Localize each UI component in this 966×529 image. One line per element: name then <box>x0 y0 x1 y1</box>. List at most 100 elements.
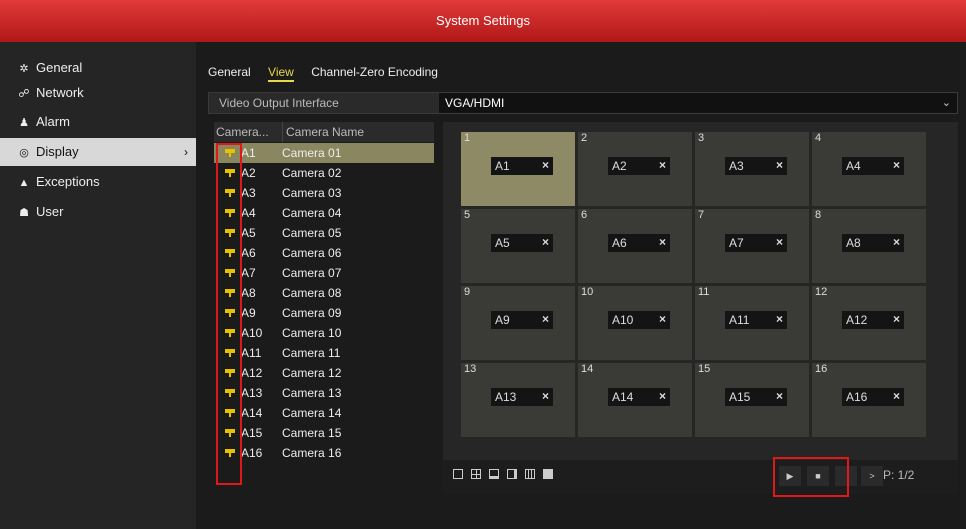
camera-id: A12 <box>241 366 263 380</box>
camera-tag-label: A2 <box>612 159 627 173</box>
users-icon: ☗ <box>19 207 29 219</box>
tab-view[interactable]: View <box>268 65 294 82</box>
grid-cell[interactable]: 4 A4 × <box>812 132 926 206</box>
grid-cell[interactable]: 8 A8 × <box>812 209 926 283</box>
camera-tag-label: A13 <box>495 390 517 404</box>
close-icon[interactable]: × <box>893 312 900 326</box>
layout-2x2-icon[interactable] <box>471 469 481 479</box>
cell-number: 12 <box>815 286 828 298</box>
grid-cell[interactable]: 11 A11 × <box>695 286 809 360</box>
chevron-right-icon: › <box>184 145 188 159</box>
camera-name: Camera 13 <box>282 386 342 400</box>
camera-grid: 1 A1 × 2 A2 × 3 A3 × 4 A4 × 5 A5 × 6 A6 × 7 A7 × 8 A8 × 9 A9 × 10 A1… <box>461 132 926 438</box>
tab-general[interactable]: General <box>208 65 251 79</box>
camera-tag: A14 × <box>608 388 670 406</box>
grid-cell[interactable]: 9 A9 × <box>461 286 575 360</box>
table-row[interactable]: A4 Camera 04 <box>214 203 434 223</box>
close-icon[interactable]: × <box>776 312 783 326</box>
layout-1plus7-icon[interactable] <box>507 469 517 479</box>
table-row[interactable]: A15 Camera 15 <box>214 423 434 443</box>
column-header-camera: Camera... <box>216 125 269 139</box>
close-icon[interactable]: × <box>776 158 783 172</box>
camera-tag: A11 × <box>725 311 787 329</box>
camera-tag: A4 × <box>842 157 904 175</box>
close-icon[interactable]: × <box>659 389 666 403</box>
camera-name: Camera 01 <box>282 146 342 160</box>
table-row[interactable]: A13 Camera 13 <box>214 383 434 403</box>
grid-cell[interactable]: 10 A10 × <box>578 286 692 360</box>
close-icon[interactable]: × <box>542 389 549 403</box>
layout-3x3-icon[interactable] <box>525 469 535 479</box>
grid-cell[interactable]: 2 A2 × <box>578 132 692 206</box>
app-window: System Settings ✲ General ☍ Network ♟ Alarm… <box>0 0 966 529</box>
grid-cell[interactable]: 15 A15 × <box>695 363 809 437</box>
cell-number: 10 <box>581 286 594 298</box>
close-icon[interactable]: × <box>659 312 666 326</box>
camera-id: A5 <box>241 226 256 240</box>
layout-1plus5-icon[interactable] <box>489 469 499 479</box>
grid-cell[interactable]: 6 A6 × <box>578 209 692 283</box>
grid-cell[interactable]: 13 A13 × <box>461 363 575 437</box>
grid-cell[interactable]: 12 A12 × <box>812 286 926 360</box>
close-icon[interactable]: × <box>893 235 900 249</box>
table-row[interactable]: A14 Camera 14 <box>214 403 434 423</box>
camera-tag: A8 × <box>842 234 904 252</box>
camera-name: Camera 16 <box>282 446 342 460</box>
layout-4x4-icon[interactable] <box>543 469 553 479</box>
close-icon[interactable]: × <box>776 389 783 403</box>
camera-name: Camera 11 <box>282 346 341 360</box>
sidebar-item-user[interactable]: ☗ User <box>0 198 196 226</box>
table-row[interactable]: A10 Camera 10 <box>214 323 434 343</box>
sidebar-item-display[interactable]: ◎ Display › <box>0 138 196 166</box>
grid-cell[interactable]: 14 A14 × <box>578 363 692 437</box>
close-icon[interactable]: × <box>542 312 549 326</box>
table-row[interactable]: A12 Camera 12 <box>214 363 434 383</box>
close-icon[interactable]: × <box>776 235 783 249</box>
grid-cell[interactable]: 5 A5 × <box>461 209 575 283</box>
video-output-select[interactable]: VGA/HDMI ⌄ <box>439 93 957 113</box>
tab-channel-zero-encoding[interactable]: Channel-Zero Encoding <box>311 65 438 79</box>
sidebar-item-exceptions[interactable]: ▲ Exceptions <box>0 168 196 196</box>
grid-cell[interactable]: 1 A1 × <box>461 132 575 206</box>
sidebar-item-label: Network <box>36 85 84 100</box>
close-icon[interactable]: × <box>542 158 549 172</box>
camera-id: A1 <box>241 146 256 160</box>
camera-tag-label: A16 <box>846 390 868 404</box>
layout-1x1-icon[interactable] <box>453 469 463 479</box>
grid-cell[interactable]: 7 A7 × <box>695 209 809 283</box>
close-icon[interactable]: × <box>893 158 900 172</box>
table-row[interactable]: A6 Camera 06 <box>214 243 434 263</box>
camera-id: A7 <box>241 266 256 280</box>
close-icon[interactable]: × <box>893 389 900 403</box>
grid-cell[interactable]: 3 A3 × <box>695 132 809 206</box>
sidebar-item-alarm[interactable]: ♟ Alarm <box>0 108 196 136</box>
table-row[interactable]: A5 Camera 05 <box>214 223 434 243</box>
preview-layout-area: 1 A1 × 2 A2 × 3 A3 × 4 A4 × 5 A5 × 6 A6 × 7 A7 × 8 A8 × 9 A9 × 10 A1… <box>443 122 958 494</box>
sidebar-item-network[interactable]: ☍ Network <box>0 79 196 107</box>
camera-name: Camera 02 <box>282 166 342 180</box>
table-row[interactable]: A1 Camera 01 <box>214 143 434 163</box>
close-icon[interactable]: × <box>542 235 549 249</box>
table-row[interactable]: A9 Camera 09 <box>214 303 434 323</box>
grid-cell[interactable]: 16 A16 × <box>812 363 926 437</box>
close-icon[interactable]: × <box>659 158 666 172</box>
table-row[interactable]: A7 Camera 07 <box>214 263 434 283</box>
sidebar-item-general[interactable]: ✲ General <box>0 54 196 82</box>
table-row[interactable]: A11 Camera 11 <box>214 343 434 363</box>
sidebar-item-label: Display <box>36 144 79 159</box>
camera-tag-label: A4 <box>846 159 861 173</box>
next-page-button[interactable]: > <box>861 466 883 486</box>
warning-icon: ▲ <box>18 177 30 189</box>
camera-id: A11 <box>241 346 262 360</box>
table-row[interactable]: A16 Camera 16 <box>214 443 434 463</box>
camera-name: Camera 03 <box>282 186 342 200</box>
table-row[interactable]: A2 Camera 02 <box>214 163 434 183</box>
camera-id: A9 <box>241 306 256 320</box>
cell-number: 16 <box>815 363 828 375</box>
close-icon[interactable]: × <box>659 235 666 249</box>
cell-number: 13 <box>464 363 477 375</box>
table-row[interactable]: A8 Camera 08 <box>214 283 434 303</box>
table-row[interactable]: A3 Camera 03 <box>214 183 434 203</box>
sidebar: ✲ General ☍ Network ♟ Alarm ◎ Display › ▲ Exc… <box>0 42 196 529</box>
cell-number: 14 <box>581 363 594 375</box>
